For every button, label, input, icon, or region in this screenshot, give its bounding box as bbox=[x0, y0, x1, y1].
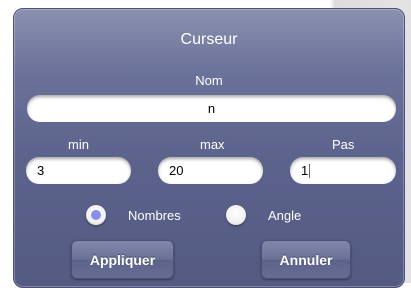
text-caret bbox=[309, 163, 311, 178]
min-field-value: 3 bbox=[37, 163, 45, 178]
max-field[interactable]: 20 bbox=[158, 157, 263, 184]
radio-selected-dot bbox=[91, 210, 101, 220]
name-field[interactable]: n bbox=[27, 95, 396, 122]
dialog-title: Curseur bbox=[180, 31, 238, 48]
slider-dialog: Curseur Nom n min max Pas 3 20 1 Nombres… bbox=[13, 8, 405, 288]
radio-numbers[interactable] bbox=[86, 205, 106, 225]
radio-angle-label: Angle bbox=[268, 208, 302, 223]
name-label: Nom bbox=[195, 73, 223, 88]
cancel-button[interactable]: Annuler bbox=[261, 240, 351, 279]
min-field[interactable]: 3 bbox=[26, 157, 131, 184]
step-label: Pas bbox=[332, 137, 355, 152]
max-field-value: 20 bbox=[169, 163, 184, 178]
radio-angle[interactable] bbox=[226, 205, 246, 225]
min-label: min bbox=[68, 137, 89, 152]
apply-button[interactable]: Appliquer bbox=[71, 240, 174, 279]
step-field-value: 1 bbox=[301, 163, 309, 178]
radio-numbers-label: Nombres bbox=[128, 208, 181, 223]
name-field-value: n bbox=[207, 101, 216, 116]
max-label: max bbox=[200, 137, 225, 152]
step-field[interactable]: 1 bbox=[290, 157, 396, 184]
